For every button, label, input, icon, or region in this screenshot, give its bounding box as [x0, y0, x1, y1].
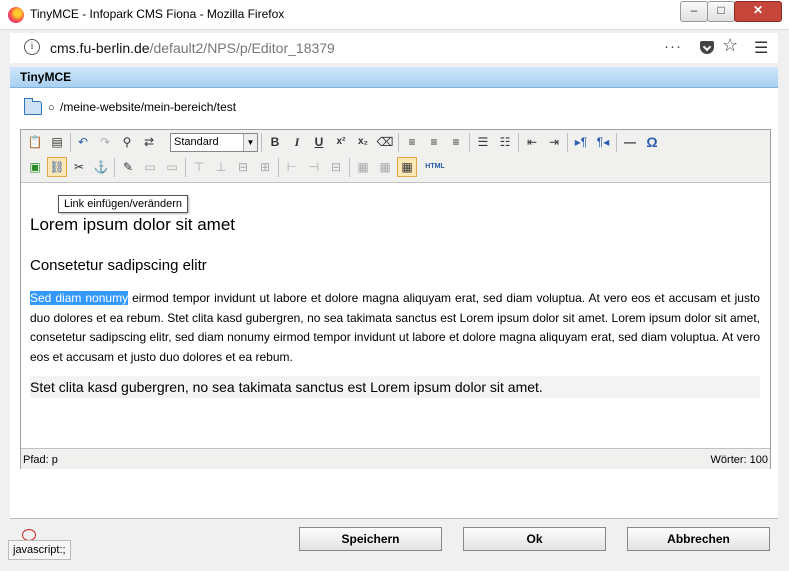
underline-button[interactable]: U — [309, 132, 329, 152]
url-text[interactable]: cms.fu-berlin.de/default2/NPS/p/Editor_1… — [50, 40, 335, 56]
element-path: Pfad: p — [23, 454, 58, 466]
editor: 📋 ▤ ↶ ↷ ⚲ ⇄ Standard ▼ B I U x² x₂ ⌫ ≡ ≡… — [20, 129, 771, 469]
rtl-icon[interactable]: ¶◂ — [593, 132, 613, 152]
toolbar-divider — [518, 133, 519, 152]
find-icon[interactable]: ⚲ — [117, 132, 137, 152]
toolbar-divider — [278, 158, 279, 177]
toolbar-divider — [349, 158, 350, 177]
insert-row-after-icon[interactable]: ⊥ — [211, 157, 231, 177]
unlink-icon[interactable]: ✂ — [69, 157, 89, 177]
word-count: Wörter: 100 — [710, 454, 768, 466]
close-window-button[interactable]: ✕ — [734, 1, 782, 22]
heading-2: Consetetur sadipscing elitr — [30, 257, 207, 274]
editor-toolbar: 📋 ▤ ↶ ↷ ⚲ ⇄ Standard ▼ B I U x² x₂ ⌫ ≡ ≡… — [21, 130, 770, 183]
table-icon[interactable]: ▦ — [397, 157, 417, 177]
merge-cells-icon[interactable]: ▦ — [375, 157, 395, 177]
redo-icon[interactable]: ↷ — [95, 132, 115, 152]
delete-col-icon[interactable]: ⊟ — [326, 157, 346, 177]
paragraph-2: Stet clita kasd gubergren, no sea takima… — [30, 376, 760, 398]
tinymce-header: TinyMCE — [10, 67, 778, 88]
replace-icon[interactable]: ⇄ — [139, 132, 159, 152]
url-domain: cms.fu-berlin.de — [50, 40, 150, 56]
html-source-button[interactable]: HTML — [425, 157, 445, 177]
url-bar[interactable]: i cms.fu-berlin.de/default2/NPS/p/Editor… — [10, 33, 778, 63]
toolbar-divider — [398, 133, 399, 152]
link-status-popup: javascript:; — [8, 540, 71, 560]
dialog-frame: TinyMCE ○ /meine-website/mein-bereich/te… — [10, 67, 778, 571]
toolbar-divider — [469, 133, 470, 152]
edit-icon[interactable]: ✎ — [118, 157, 138, 177]
breadcrumb: ○ /meine-website/mein-bereich/test — [24, 97, 237, 115]
anchor-icon[interactable]: ⚓ — [91, 157, 111, 177]
paragraph: Sed diam nonumy eirmod tempor invidunt u… — [30, 289, 760, 367]
table-cell-props-icon[interactable]: ▭ — [162, 157, 182, 177]
path-text: /meine-website/mein-bereich/test — [60, 100, 237, 114]
eraser-icon[interactable]: ⌫ — [375, 132, 395, 152]
info-icon[interactable]: i — [24, 39, 40, 55]
horizontal-rule-icon[interactable]: — — [620, 132, 640, 152]
special-char-icon[interactable]: Ω — [642, 132, 662, 152]
indent-icon[interactable]: ⇥ — [544, 132, 564, 152]
superscript-button[interactable]: x² — [331, 132, 351, 152]
bookmark-star-icon[interactable]: ☆ — [722, 35, 738, 56]
subscript-button[interactable]: x₂ — [353, 132, 373, 152]
tooltip: Link einfügen/verändern — [58, 195, 189, 213]
insert-image-icon[interactable]: ▣ — [25, 157, 45, 177]
window-title: TinyMCE - Infopark CMS Fiona - Mozilla F… — [30, 7, 285, 21]
cancel-button[interactable]: Abbrechen — [627, 527, 770, 551]
tinymce-title: TinyMCE — [20, 70, 72, 84]
split-cells-icon[interactable]: ▦ — [353, 157, 373, 177]
toolbar-divider — [114, 158, 115, 177]
maximize-button[interactable]: □ — [707, 1, 735, 22]
chevron-down-icon: ▼ — [243, 134, 257, 151]
insert-row-before-icon[interactable]: ⊤ — [189, 157, 209, 177]
toolbar-divider — [70, 133, 71, 152]
ltr-icon[interactable]: ▸¶ — [571, 132, 591, 152]
url-path: /default2/NPS/p/Editor_18379 — [149, 40, 335, 56]
format-select-value: Standard — [174, 136, 219, 148]
insert-col-before-icon[interactable]: ⊢ — [282, 157, 302, 177]
split-row-icon[interactable]: ⊞ — [255, 157, 275, 177]
paste-icon[interactable]: 📋 — [25, 132, 45, 152]
bullet-list-icon[interactable]: ☰ — [473, 132, 493, 152]
insert-col-after-icon[interactable]: ⊣ — [304, 157, 324, 177]
page-actions-icon[interactable]: ··· — [664, 38, 682, 55]
link-icon[interactable]: ⛓ — [47, 157, 67, 177]
ok-button[interactable]: Ok — [463, 527, 606, 551]
toolbar-divider — [616, 133, 617, 152]
delete-row-icon[interactable]: ⊟ — [233, 157, 253, 177]
editor-statusbar: Pfad: p Wörter: 100 — [21, 448, 770, 469]
numbered-list-icon[interactable]: ☷ — [495, 132, 515, 152]
paste-word-icon[interactable]: ▤ — [47, 132, 67, 152]
undo-icon[interactable]: ↶ — [73, 132, 93, 152]
toolbar-divider — [261, 133, 262, 152]
editor-content[interactable]: Link einfügen/verändern Lorem ipsum dolo… — [21, 183, 770, 445]
align-right-icon[interactable]: ≡ — [446, 132, 466, 152]
heading-1: Lorem ipsum dolor sit amet — [30, 215, 236, 234]
firefox-logo-icon — [8, 7, 24, 23]
toolbar-divider — [185, 158, 186, 177]
path-bullet: ○ — [48, 102, 55, 114]
selected-text: Sed diam nonumy — [30, 291, 129, 305]
align-left-icon[interactable]: ≡ — [402, 132, 422, 152]
dialog-footer: Speichern Ok Abbrechen — [10, 518, 778, 571]
toolbar-divider — [567, 133, 568, 152]
table-row-props-icon[interactable]: ▭ — [140, 157, 160, 177]
bold-button[interactable]: B — [265, 132, 285, 152]
save-button[interactable]: Speichern — [299, 527, 442, 551]
menu-hamburger-icon[interactable]: ☰ — [754, 38, 768, 58]
paragraph-text: eirmod tempor invidunt ut labore et dolo… — [30, 291, 760, 364]
minimize-button[interactable]: – — [680, 1, 708, 22]
align-center-icon[interactable]: ≡ — [424, 132, 444, 152]
window-titlebar: TinyMCE - Infopark CMS Fiona - Mozilla F… — [0, 0, 789, 30]
italic-button[interactable]: I — [287, 132, 307, 152]
folder-icon[interactable] — [24, 97, 42, 115]
outdent-icon[interactable]: ⇤ — [522, 132, 542, 152]
pocket-icon[interactable] — [700, 41, 714, 54]
format-select[interactable]: Standard ▼ — [170, 133, 258, 152]
